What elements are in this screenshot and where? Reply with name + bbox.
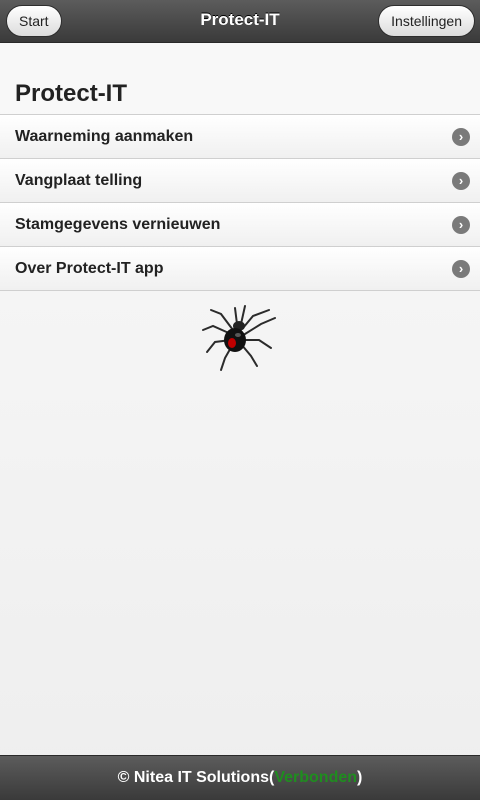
menu-item-stamgegevens[interactable]: Stamgegevens vernieuwen › — [0, 202, 480, 246]
top-bar: Start Protect-IT Instellingen — [0, 0, 480, 43]
page-title: Protect-IT — [15, 80, 128, 107]
menu-item-over[interactable]: Over Protect-IT app › — [0, 246, 480, 291]
menu-item-label: Waarneming aanmaken — [15, 128, 194, 145]
chevron-right-icon: › — [452, 128, 470, 146]
menu-item-vangplaat[interactable]: Vangplaat telling › — [0, 158, 480, 202]
copyright-text: © Nitea IT Solutions( — [117, 769, 275, 786]
footer-bar: © Nitea IT Solutions(Verbonden) — [0, 755, 480, 800]
main-menu: Waarneming aanmaken › Vangplaat telling … — [0, 114, 480, 291]
settings-button[interactable]: Instellingen — [378, 5, 475, 37]
menu-item-label: Stamgegevens vernieuwen — [15, 216, 221, 233]
menu-item-waarneming[interactable]: Waarneming aanmaken › — [0, 114, 480, 158]
connection-status: Verbonden — [274, 769, 358, 786]
chevron-right-icon: › — [452, 216, 470, 234]
chevron-right-icon: › — [452, 260, 470, 278]
menu-item-label: Over Protect-IT app — [15, 260, 164, 277]
chevron-right-icon: › — [452, 172, 470, 190]
spider-icon — [202, 305, 276, 371]
copyright-close: ) — [357, 769, 363, 786]
menu-item-label: Vangplaat telling — [15, 172, 143, 189]
